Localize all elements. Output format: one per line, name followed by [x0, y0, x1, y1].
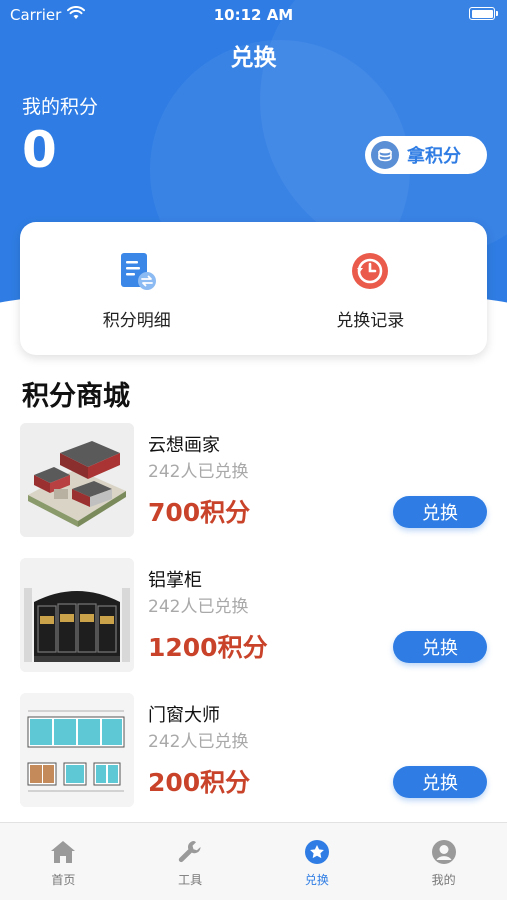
tab-tools-label: 工具 [178, 873, 203, 887]
redeem-button[interactable]: 兑换 [393, 496, 487, 528]
redeem-history-label: 兑换记录 [336, 310, 405, 331]
points-detail-label: 积分明细 [102, 310, 171, 331]
wrench-icon [177, 839, 203, 868]
product-price: 200积分 [148, 768, 251, 797]
clock-history-icon [350, 251, 390, 296]
status-time: 10:12 AM [213, 6, 294, 24]
earn-points-button[interactable]: 拿积分 [365, 136, 487, 174]
window-drawing-image [20, 693, 134, 807]
house-model-image [20, 423, 134, 537]
tab-redeem-label: 兑换 [304, 873, 329, 887]
section-title-text: 积分商城 [22, 381, 130, 412]
redeem-history-button[interactable]: 兑换记录 [254, 222, 488, 355]
product-item[interactable]: 铝掌柜 242人已兑换 1200积分 兑换 [20, 558, 487, 672]
profile-icon [431, 839, 457, 868]
tab-home[interactable]: 首页 [0, 823, 127, 900]
aluminum-gate-image [20, 558, 134, 672]
product-redeemed-count: 242人已兑换 [148, 462, 249, 482]
page-title: 兑换 [230, 45, 277, 71]
status-bar: Carrier 10:12 AM [0, 0, 507, 30]
document-exchange-icon [117, 251, 157, 296]
coin-stack-icon [371, 141, 399, 169]
tab-home-label: 首页 [51, 873, 76, 887]
product-redeemed-count: 242人已兑换 [148, 732, 249, 752]
redeem-button[interactable]: 兑换 [393, 766, 487, 798]
redeem-button[interactable]: 兑换 [393, 631, 487, 663]
product-item[interactable]: 门窗大师 242人已兑换 200积分 兑换 [20, 693, 487, 807]
product-redeemed-count: 242人已兑换 [148, 597, 249, 617]
points-detail-button[interactable]: 积分明细 [20, 222, 254, 355]
product-name: 铝掌柜 [148, 570, 202, 591]
battery-icon [469, 7, 498, 20]
tab-redeem[interactable]: 兑换 [254, 823, 381, 900]
tab-profile-label: 我的 [431, 873, 456, 887]
product-price: 700积分 [148, 498, 251, 527]
product-name: 门窗大师 [148, 705, 220, 726]
home-icon [50, 839, 76, 868]
product-price: 1200积分 [148, 633, 268, 662]
product-item[interactable]: 云想画家 242人已兑换 700积分 兑换 [20, 423, 487, 537]
tab-tools[interactable]: 工具 [127, 823, 254, 900]
earn-points-label: 拿积分 [407, 146, 461, 167]
product-name: 云想画家 [148, 435, 220, 456]
tab-bar: 首页 工具 兑换 我的 [0, 822, 507, 900]
section-title: 积分商城 [22, 374, 130, 413]
tab-profile[interactable]: 我的 [380, 823, 507, 900]
quick-actions-card: 积分明细 兑换记录 [20, 222, 487, 355]
star-icon [304, 839, 330, 868]
points-label: 我的积分 [22, 96, 99, 118]
points-value: 0 [22, 121, 57, 179]
